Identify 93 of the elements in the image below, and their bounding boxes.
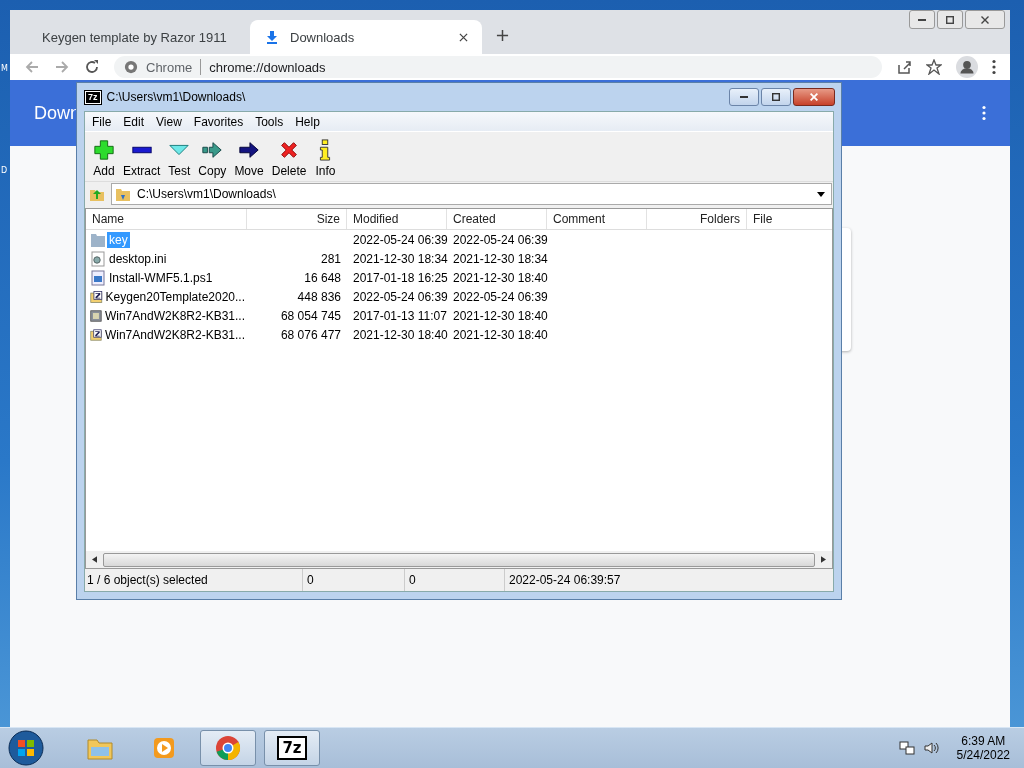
size-cell-text: 68 054 745 (279, 308, 342, 323)
chrome-logo-icon (124, 60, 138, 74)
menu-item[interactable]: Tools (249, 114, 290, 129)
file-name[interactable]: Keygen20Template2020... (103, 288, 247, 305)
more-icon[interactable] (982, 105, 986, 121)
script-file-icon (90, 269, 106, 286)
gear-file-icon (90, 250, 106, 267)
maximize-button[interactable] (937, 10, 963, 29)
archive-icon (90, 326, 102, 343)
menu-item[interactable]: View (150, 114, 188, 129)
reload-icon[interactable] (84, 59, 100, 75)
menu-icon[interactable] (992, 59, 996, 75)
archive-icon (90, 288, 103, 305)
date-cell-text: 2021-12-30 18:34 (452, 251, 547, 266)
column-header[interactable]: File (747, 209, 797, 229)
plus-icon (93, 139, 115, 161)
scroll-left-icon (92, 556, 97, 563)
scroll-right-icon (821, 556, 826, 563)
path-field[interactable]: C:\Users\vm1\Downloads\ (111, 183, 832, 205)
date-cell-text: 2021-12-30 18:34 (352, 251, 447, 266)
folder-icon (115, 186, 131, 202)
address-bar[interactable]: Chrome chrome://downloads (114, 56, 882, 78)
desktop-icon-label: M (1, 64, 8, 73)
status-text: 0 (405, 569, 505, 591)
star-icon[interactable] (926, 59, 942, 75)
browser-tab[interactable]: Downloads (250, 20, 482, 54)
size-cell-text: 68 076 477 (279, 327, 342, 342)
menu-item[interactable]: Edit (117, 114, 151, 129)
minimize-button[interactable] (729, 88, 759, 106)
status-text: 2022-05-24 06:39:57 (508, 572, 622, 589)
horizontal-scrollbar[interactable] (86, 551, 832, 568)
file-name[interactable]: Install-WMF5.1.ps1 (107, 269, 215, 286)
share-icon[interactable] (896, 59, 912, 75)
column-header[interactable]: Size (247, 209, 347, 229)
date-cell-text: 2021-12-30 18:40 (452, 308, 547, 323)
column-header[interactable]: Name (86, 209, 247, 229)
date-cell-text: 2021-12-30 18:40 (452, 270, 547, 285)
date-cell-text: 2017-01-18 16:25 (352, 270, 447, 285)
column-header[interactable]: Comment (547, 209, 647, 229)
chrome-icon (214, 734, 242, 762)
status-text: 0 (303, 569, 405, 591)
arrow-icon (238, 139, 261, 161)
minimize-icon (918, 18, 926, 21)
file-name[interactable]: Win7AndW2K8R2-KB31... (102, 307, 247, 324)
date-cell-text: 2021-12-30 18:40 (452, 327, 547, 342)
package-icon (90, 307, 102, 324)
close-icon[interactable] (459, 32, 468, 42)
date-cell-text: 2022-05-24 06:39 (452, 289, 547, 304)
close-icon (810, 93, 818, 101)
window-title: C:\Users\vm1\Downloads\ (106, 90, 247, 104)
date-cell-text: 2022-05-24 06:39 (352, 289, 447, 304)
menu-item[interactable]: Help (289, 114, 326, 129)
date-cell-text: 2022-05-24 06:39 (352, 232, 447, 247)
size-cell-text: 16 648 (303, 270, 342, 285)
folder-icon (90, 231, 106, 248)
app-logo: 7z (85, 90, 101, 104)
clock[interactable]: 6:39 AM 5/24/2022 (956, 734, 1010, 762)
date-cell-text: 2021-12-30 18:40 (352, 327, 447, 342)
profile-icon[interactable] (956, 56, 978, 78)
taskbar-app-button[interactable]: 7z (264, 730, 320, 766)
menu-item[interactable]: File (86, 114, 118, 129)
date-text: 5/24/2022 (956, 748, 1010, 762)
download-icon (264, 29, 280, 45)
date-cell-text: 2022-05-24 06:39 (452, 232, 547, 247)
volume-icon[interactable] (922, 740, 939, 756)
date-cell-text: 2017-01-13 11:07 (352, 308, 447, 323)
close-icon (981, 15, 989, 24)
network-icon[interactable] (898, 740, 915, 756)
time-text: 6:39 AM (961, 734, 1006, 748)
maximize-button[interactable] (761, 88, 791, 106)
start-button[interactable] (8, 730, 44, 766)
arrow-icon (201, 139, 224, 161)
size-cell-text: 448 836 (296, 289, 342, 304)
maximize-icon (946, 15, 954, 24)
column-header[interactable]: Created (447, 209, 547, 229)
dropdown-caret-icon (817, 191, 825, 197)
menu-item[interactable]: Favorites (187, 114, 250, 129)
file-name[interactable]: desktop.ini (107, 250, 169, 267)
taskbar-app-button[interactable] (200, 730, 256, 766)
minimize-button[interactable] (909, 10, 935, 29)
desktop-icon-label: D (1, 166, 8, 175)
status-text: 1 / 6 object(s) selected (85, 569, 303, 591)
size-cell-text: 281 (319, 251, 342, 266)
maximize-icon (772, 93, 780, 101)
column-header[interactable]: Folders (647, 209, 747, 229)
close-button[interactable] (793, 88, 835, 106)
file-name[interactable]: Win7AndW2K8R2-KB31... (102, 326, 247, 343)
minimize-icon (740, 96, 748, 98)
column-header[interactable]: Modified (347, 209, 447, 229)
browser-tab[interactable]: Keygen template by Razor 1911 (18, 20, 250, 54)
scroll-thumb[interactable] (103, 552, 815, 567)
app-logo: 7z (277, 736, 307, 760)
new-tab-icon[interactable] (496, 29, 509, 42)
